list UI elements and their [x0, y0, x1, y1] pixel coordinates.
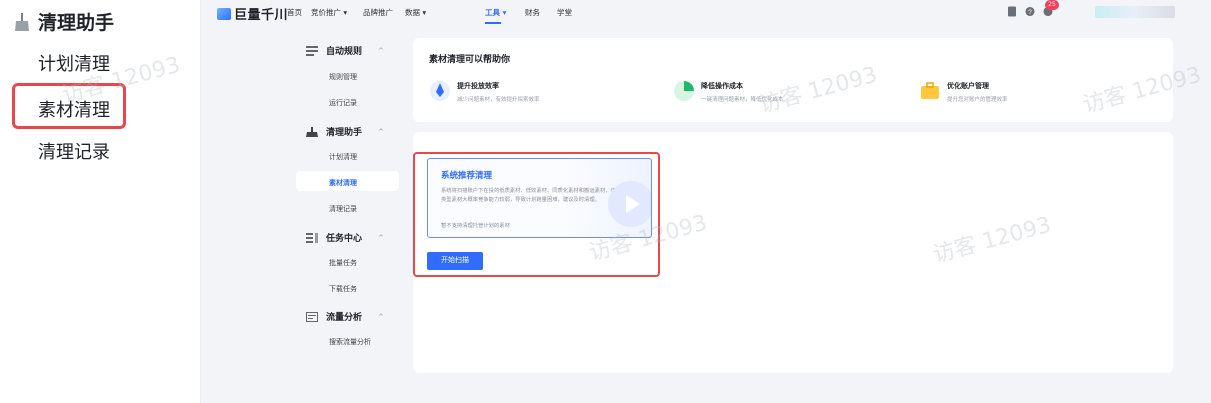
side-item-rule-manage[interactable]: 规则管理	[329, 72, 357, 82]
recommend-note: 暂不支持清理托管计划的素材	[441, 223, 510, 229]
notification-badge: 25	[1045, 0, 1059, 10]
chevron-up-icon: ^	[378, 46, 384, 55]
analysis-icon	[306, 311, 318, 322]
zoomed-item-clean-record[interactable]: 清理记录	[38, 138, 110, 164]
zoomed-highlight-box	[12, 83, 126, 129]
side-group-traffic-analysis[interactable]: 流量分析 ^	[306, 310, 384, 323]
zoomed-header: 清理助手	[14, 8, 114, 35]
main-area: 巨量千川 首页 竞价推广 ▾ 品牌推广 数据 ▾ 工具 ▾ 财务 学堂 ? 25…	[200, 0, 1211, 403]
nav-academy[interactable]: 学堂	[557, 7, 572, 18]
recommend-clean-option[interactable]: 系统推荐清理 系统将扫描账户下在投的低质素材、低效素材、同质化素材和搬运素材，该…	[427, 158, 652, 238]
play-icon	[608, 181, 651, 227]
broom-icon	[306, 126, 318, 137]
intro-title: 素材清理可以帮助你	[429, 55, 511, 65]
broom-icon	[15, 12, 29, 31]
side-item-download-task[interactable]: 下载任务	[329, 284, 357, 294]
intro-card: 素材清理可以帮助你 提升投放效率 减少问题素材，有效提升探索效率 降低操作成本 …	[413, 38, 1173, 122]
account-info-blurred[interactable]	[1095, 6, 1175, 18]
svg-text:?: ?	[1028, 9, 1032, 16]
recommend-title: 系统推荐清理	[441, 171, 493, 181]
chevron-up-icon: ^	[378, 312, 384, 321]
nav-data[interactable]: 数据 ▾	[405, 7, 426, 18]
document-icon[interactable]	[1007, 6, 1017, 17]
rocket-icon	[430, 81, 450, 101]
briefcase-icon	[921, 82, 939, 99]
help-icon[interactable]: ?	[1025, 6, 1035, 17]
side-item-search-traffic[interactable]: 搜索流量分析	[329, 337, 371, 347]
zoomed-side-panel: 清理助手 计划清理 素材清理 清理记录	[0, 0, 200, 403]
task-icon	[306, 232, 318, 243]
side-item-run-record[interactable]: 运行记录	[329, 98, 357, 108]
nav-bid-promo[interactable]: 竞价推广 ▾	[311, 7, 347, 18]
nav-finance[interactable]: 财务	[525, 7, 540, 18]
logo-icon	[217, 7, 231, 20]
side-group-auto-rules[interactable]: 自动规则 ^	[306, 44, 384, 57]
side-item-clean-record[interactable]: 清理记录	[329, 204, 357, 214]
feature-cost: 降低操作成本 一键清理问题素材，降低优化成本	[673, 80, 784, 103]
nav-brand-promo[interactable]: 品牌推广	[363, 7, 393, 18]
recommend-desc: 系统将扫描账户下在投的低质素材、低效素材、同质化素材和搬运素材，该类型素材大概率…	[441, 188, 616, 203]
app-logo[interactable]: 巨量千川	[217, 4, 288, 23]
zoomed-item-plan-clean[interactable]: 计划清理	[38, 50, 110, 76]
logo-text: 巨量千川	[234, 8, 289, 23]
chevron-up-icon: ^	[378, 127, 384, 136]
side-group-task-center[interactable]: 任务中心 ^	[306, 231, 384, 244]
zoomed-header-title: 清理助手	[38, 12, 115, 34]
side-item-batch-task[interactable]: 批量任务	[329, 258, 357, 268]
side-item-plan-clean[interactable]: 计划清理	[329, 152, 357, 162]
pie-chart-icon	[674, 81, 694, 101]
scan-card: 系统推荐清理 系统将扫描账户下在投的低质素材、低效素材、同质化素材和搬运素材，该…	[413, 132, 1173, 373]
nav-active-underline	[485, 22, 501, 24]
side-group-clean-assistant[interactable]: 清理助手 ^	[306, 125, 384, 138]
chevron-up-icon: ^	[378, 233, 384, 242]
side-item-material-clean[interactable]: 素材清理	[329, 178, 357, 188]
start-scan-button[interactable]: 开始扫描	[427, 252, 483, 270]
nav-home[interactable]: 首页	[287, 7, 302, 18]
nav-tools[interactable]: 工具 ▾	[485, 7, 506, 18]
feature-efficiency: 提升投放效率 减少问题素材，有效提升探索效率	[429, 80, 540, 103]
feature-account: 优化账户管理 提升您对账户的管理效率	[919, 80, 1008, 103]
rules-icon	[306, 45, 318, 56]
top-nav: 巨量千川 首页 竞价推广 ▾ 品牌推广 数据 ▾ 工具 ▾ 财务 学堂 ? 25	[201, 0, 1211, 26]
